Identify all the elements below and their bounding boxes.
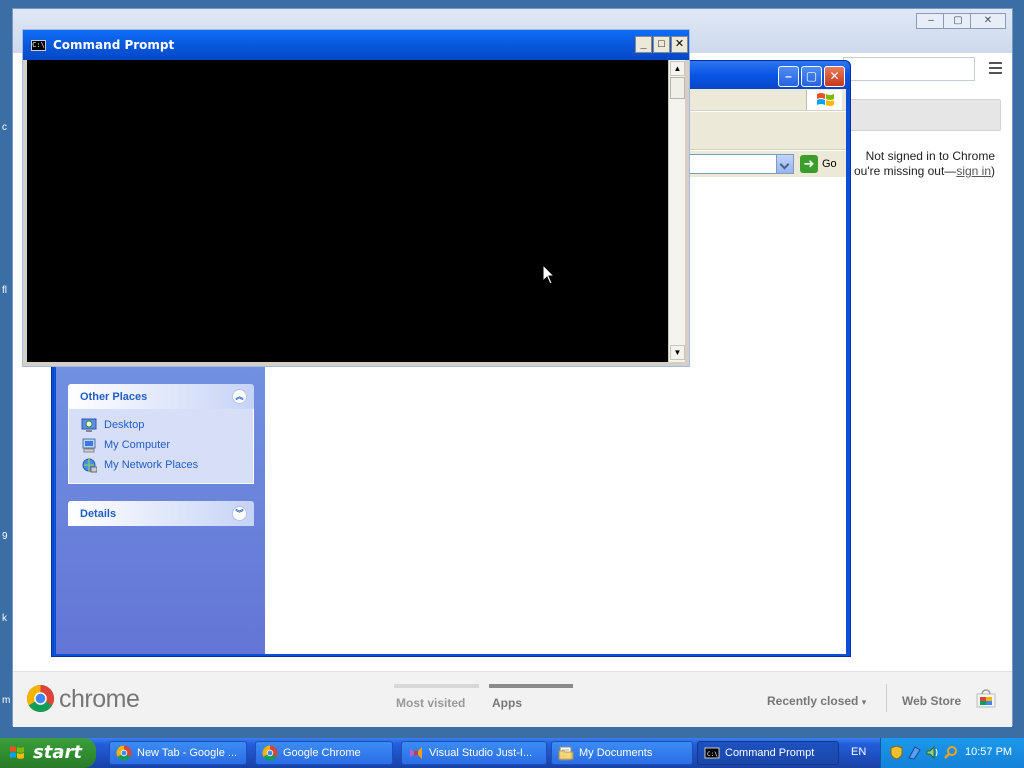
taskbar-button-label: My Documents [579,747,653,759]
scroll-thumb[interactable] [670,77,685,99]
taskbar-button-label: Visual Studio Just-I... [429,747,533,759]
explorer-maximize-button[interactable]: ▢ [801,66,822,87]
chrome-icon [116,745,132,761]
cmd-title: Command Prompt [53,38,175,52]
cmd-icon[interactable]: C:\ [31,40,46,51]
network-activity-icon[interactable] [907,745,922,760]
divider [886,684,887,712]
signin-promo-prefix: ou're missing out— [853,164,957,178]
mouse-cursor-icon [542,264,556,285]
desktop-icon-label-fragment[interactable]: k [2,613,7,624]
cmd-maximize-button[interactable]: □ [653,36,670,53]
taskbar-button-google-chrome[interactable]: Google Chrome [255,741,393,765]
signin-promo-subtext: ou're missing out—sign in) [854,164,995,178]
other-places-title: Other Places [80,391,148,403]
explorer-minimize-button[interactable]: – [778,66,799,87]
desktop-icon [81,418,97,432]
taskbar-button-label: Google Chrome [283,747,361,759]
desktop-icon-label-fragment[interactable]: c [2,122,7,133]
chrome-close-button[interactable]: ✕ [970,13,1006,29]
recently-closed-menu[interactable]: Recently closed ▾ [767,694,866,708]
other-places-panel: Other Places ︽ Desktop My Computer My Ne… [68,384,254,484]
cmd-close-button[interactable]: ✕ [671,36,688,53]
ntp-tab-indicator-active [489,684,573,688]
place-label: My Computer [104,439,171,451]
start-label: start [33,742,82,763]
desktop-icon-label-fragment[interactable]: m [2,695,10,706]
chrome-maximize-button[interactable]: ▢ [943,13,973,29]
system-tray: 10:57 PM [880,738,1024,768]
command-prompt-window: C:\ Command Prompt _ □ ✕ ▲ ▼ [22,29,690,367]
ntp-tab-apps[interactable]: Apps [492,696,522,710]
go-button[interactable]: ➜ Go [798,154,838,174]
sound-icon[interactable] [925,745,940,760]
go-label: Go [822,158,837,170]
chrome-wordmark: chrome [59,685,140,713]
other-places-desktop[interactable]: Desktop [81,417,253,437]
signin-promo-text: Not signed in to Chrome [865,149,995,163]
desktop-icon-label-fragment[interactable]: fl [2,285,7,296]
details-header[interactable]: Details ︾ [68,501,254,526]
details-panel: Details ︾ [68,501,254,526]
go-arrow-icon: ➜ [800,155,818,173]
signin-link[interactable]: sign in [956,164,991,178]
cmd-icon: C:\ [704,747,720,759]
language-indicator[interactable]: EN [851,746,866,758]
ntp-tab-most-visited[interactable]: Most visited [396,696,465,710]
signin-promo-suffix: ) [991,164,995,178]
taskbar-button-label: New Tab - Google ... [137,747,238,759]
cmd-minimize-button[interactable]: _ [635,36,652,53]
folder-icon [558,746,574,761]
other-places-my-network-places[interactable]: My Network Places [81,457,253,477]
computer-icon [82,438,96,453]
chrome-minimize-button[interactable]: – [916,13,946,29]
taskbar-button-new-tab[interactable]: New Tab - Google ... [109,741,247,765]
chrome-bookmark-bar [849,99,1001,131]
visual-studio-icon [410,747,422,759]
taskbar-button-command-prompt[interactable]: C:\ Command Prompt [697,741,839,765]
network-icon [82,458,97,473]
svg-text:C:\: C:\ [707,751,718,758]
web-store-icon[interactable] [975,687,997,709]
ntp-bottom-bar: chrome Most visited Apps Recently closed… [13,671,1012,727]
scroll-up-icon[interactable]: ▲ [670,61,685,76]
place-label: My Network Places [104,459,199,471]
recently-closed-label: Recently closed [767,694,859,708]
collapse-icon[interactable]: ︽ [232,389,247,404]
security-shield-icon[interactable] [889,745,904,760]
desktop-icon-label-fragment[interactable]: 9 [2,531,8,542]
other-places-my-computer[interactable]: My Computer [81,437,253,457]
cmd-console[interactable] [27,60,668,362]
chrome-icon [262,745,278,761]
windows-logo-icon [10,746,24,759]
windows-logo-icon [806,90,842,110]
chrome-logo-icon [26,684,55,713]
other-places-header[interactable]: Other Places ︽ [68,384,254,409]
chrome-omnibox[interactable] [843,57,975,81]
search-icon[interactable] [943,745,958,760]
cmd-scrollbar[interactable]: ▲ ▼ [668,60,685,362]
ntp-tab-indicator [394,684,479,688]
explorer-close-button[interactable]: ✕ [824,66,845,87]
taskbar: start New Tab - Google ... Google Chrome… [0,738,1024,768]
place-label: Desktop [104,419,145,431]
scroll-down-icon[interactable]: ▼ [670,345,685,360]
clock[interactable]: 10:57 PM [965,746,1012,758]
taskbar-button-visual-studio[interactable]: Visual Studio Just-I... [401,741,547,765]
taskbar-button-my-documents[interactable]: My Documents [551,741,693,765]
start-button[interactable]: start [0,738,96,768]
taskbar-button-label: Command Prompt [725,747,815,759]
cmd-titlebar[interactable]: C:\ Command Prompt _ □ ✕ [23,30,689,60]
details-title: Details [80,508,117,520]
expand-icon[interactable]: ︾ [232,506,247,521]
address-dropdown-button[interactable] [776,155,793,173]
chevron-down-icon: ▾ [861,697,867,707]
web-store-link[interactable]: Web Store [902,694,961,708]
other-places-list: Desktop My Computer My Network Places [68,409,254,484]
chrome-menu-icon[interactable] [985,59,1005,79]
